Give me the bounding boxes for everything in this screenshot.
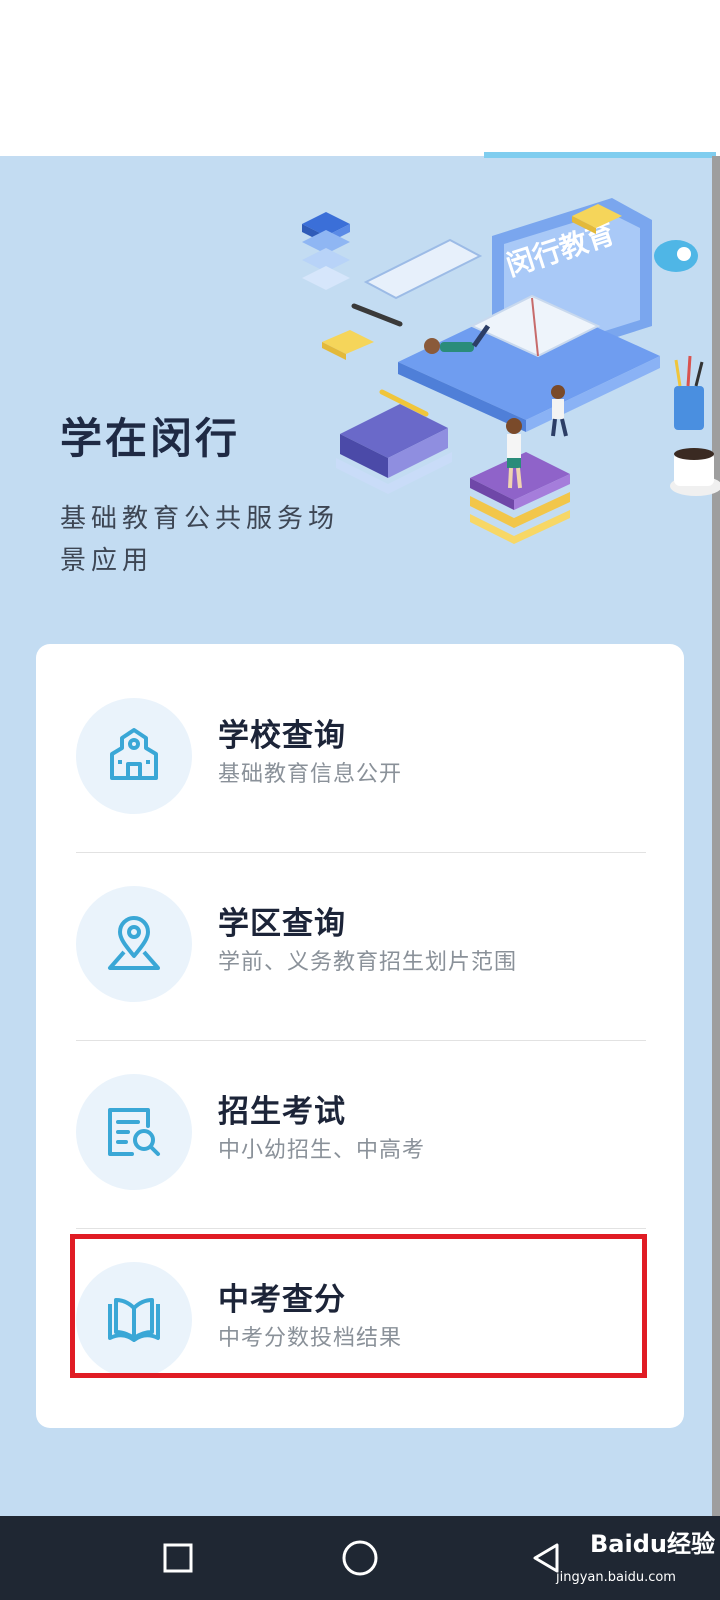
menu-item-subtitle: 基础教育信息公开 bbox=[218, 762, 403, 787]
education-illustration: 闵行教育 bbox=[302, 198, 720, 544]
icon-circle bbox=[76, 886, 192, 1002]
circle-icon bbox=[342, 1540, 378, 1576]
baidu-watermark-url: jingyan.baidu.com bbox=[556, 1570, 676, 1585]
top-blank-area bbox=[0, 0, 720, 152]
red-highlight-box bbox=[70, 1234, 647, 1378]
icon-circle bbox=[76, 1074, 192, 1190]
square-icon bbox=[163, 1543, 193, 1573]
stack-layers-icon bbox=[302, 212, 350, 290]
home-button[interactable] bbox=[340, 1538, 380, 1578]
page-title: 学在闵行 bbox=[60, 414, 241, 463]
icon-circle bbox=[76, 698, 192, 814]
location-pin-icon bbox=[108, 916, 160, 970]
baidu-watermark: Baidu经验 bbox=[590, 1530, 715, 1558]
menu-item-district-query[interactable]: 学区查询 学前、义务教育招生划片范围 bbox=[36, 832, 684, 1002]
recent-apps-button[interactable] bbox=[160, 1540, 196, 1576]
menu-item-title: 学校查询 bbox=[218, 718, 346, 754]
menu-item-title: 学区查询 bbox=[218, 906, 346, 942]
menu-item-subtitle: 中小幼招生、中高考 bbox=[218, 1138, 426, 1163]
menu-item-subtitle: 学前、义务教育招生划片范围 bbox=[218, 950, 518, 975]
document-search-icon bbox=[108, 1108, 160, 1156]
menu-item-enrollment-exam[interactable]: 招生考试 中小幼招生、中高考 bbox=[36, 1020, 684, 1190]
school-building-icon bbox=[110, 728, 158, 780]
menu-item-school-query[interactable]: 学校查询 基础教育信息公开 bbox=[36, 644, 684, 814]
loading-progress-bar bbox=[484, 152, 716, 158]
menu-item-title: 招生考试 bbox=[218, 1094, 346, 1130]
